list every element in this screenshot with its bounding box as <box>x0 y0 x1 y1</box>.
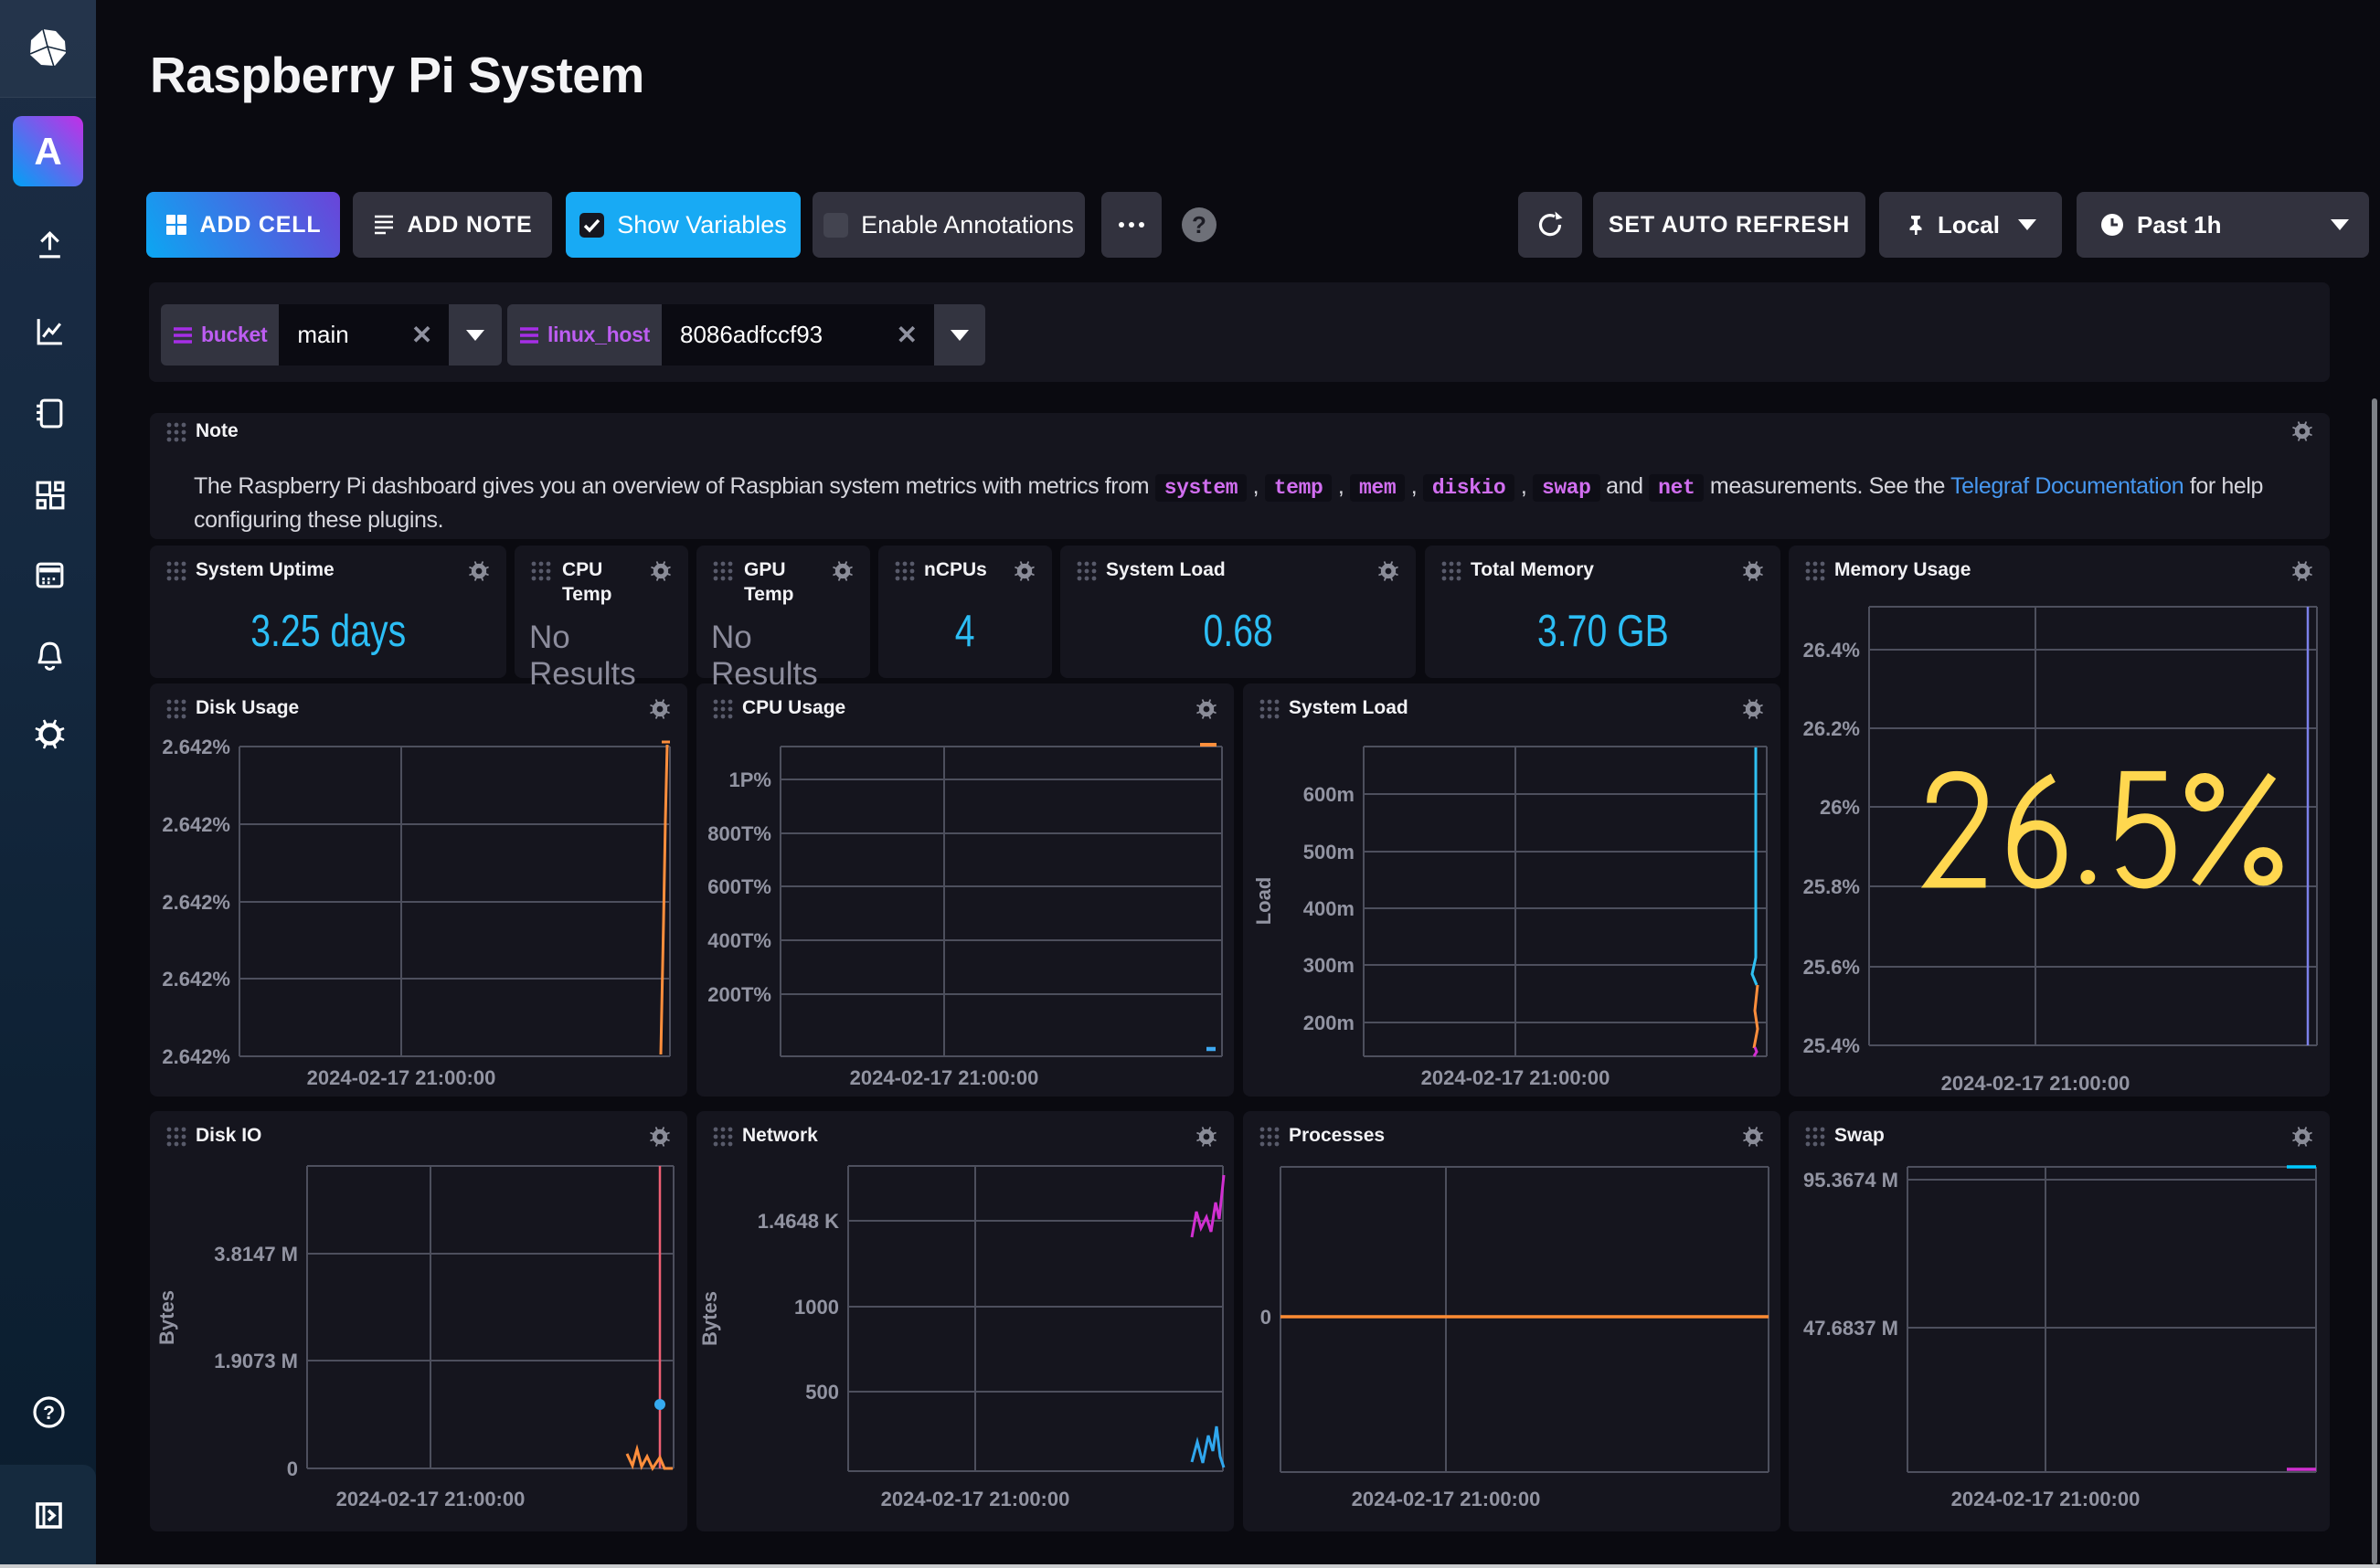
svg-text:800T%: 800T% <box>707 822 771 845</box>
svg-text:Bytes: Bytes <box>155 1290 178 1345</box>
svg-text:2024-02-17 21:00:00: 2024-02-17 21:00:00 <box>881 1488 1070 1510</box>
svg-text:1.9073 M: 1.9073 M <box>214 1350 298 1372</box>
svg-text:400T%: 400T% <box>707 929 771 952</box>
svg-text:2024-02-17 21:00:00: 2024-02-17 21:00:00 <box>336 1488 526 1510</box>
svg-text:2024-02-17 21:00:00: 2024-02-17 21:00:00 <box>307 1066 496 1089</box>
svg-text:2.642%: 2.642% <box>162 813 230 836</box>
svg-text:600m: 600m <box>1303 783 1355 806</box>
svg-text:200T%: 200T% <box>707 983 771 1006</box>
svg-text:200m: 200m <box>1303 1012 1355 1034</box>
svg-text:2.642%: 2.642% <box>162 891 230 914</box>
svg-text:0: 0 <box>1260 1306 1271 1329</box>
svg-text:2024-02-17 21:00:00: 2024-02-17 21:00:00 <box>1951 1488 2141 1510</box>
svg-text:2024-02-17 21:00:00: 2024-02-17 21:00:00 <box>850 1066 1039 1089</box>
svg-text:2.642%: 2.642% <box>162 1045 230 1068</box>
svg-text:47.6837 M: 47.6837 M <box>1803 1317 1898 1340</box>
svg-text:1.4648 K: 1.4648 K <box>758 1210 839 1233</box>
svg-text:1P%: 1P% <box>729 768 771 791</box>
svg-text:400m: 400m <box>1303 897 1355 920</box>
svg-text:Load: Load <box>1252 877 1275 926</box>
svg-text:2024-02-17 21:00:00: 2024-02-17 21:00:00 <box>1421 1066 1610 1089</box>
svg-text:1000: 1000 <box>794 1296 839 1319</box>
svg-text:3.8147 M: 3.8147 M <box>214 1243 298 1266</box>
svg-text:95.3674 M: 95.3674 M <box>1803 1169 1898 1192</box>
svg-text:0: 0 <box>287 1457 298 1480</box>
svg-text:2.642%: 2.642% <box>162 736 230 758</box>
svg-text:300m: 300m <box>1303 954 1355 977</box>
svg-text:500: 500 <box>805 1381 839 1404</box>
svg-text:Bytes: Bytes <box>698 1291 721 1346</box>
svg-text:600T%: 600T% <box>707 875 771 898</box>
svg-text:2.642%: 2.642% <box>162 968 230 991</box>
svg-text:500m: 500m <box>1303 841 1355 863</box>
svg-text:?: ? <box>43 1403 55 1424</box>
svg-text:2024-02-17 21:00:00: 2024-02-17 21:00:00 <box>1352 1488 1541 1510</box>
